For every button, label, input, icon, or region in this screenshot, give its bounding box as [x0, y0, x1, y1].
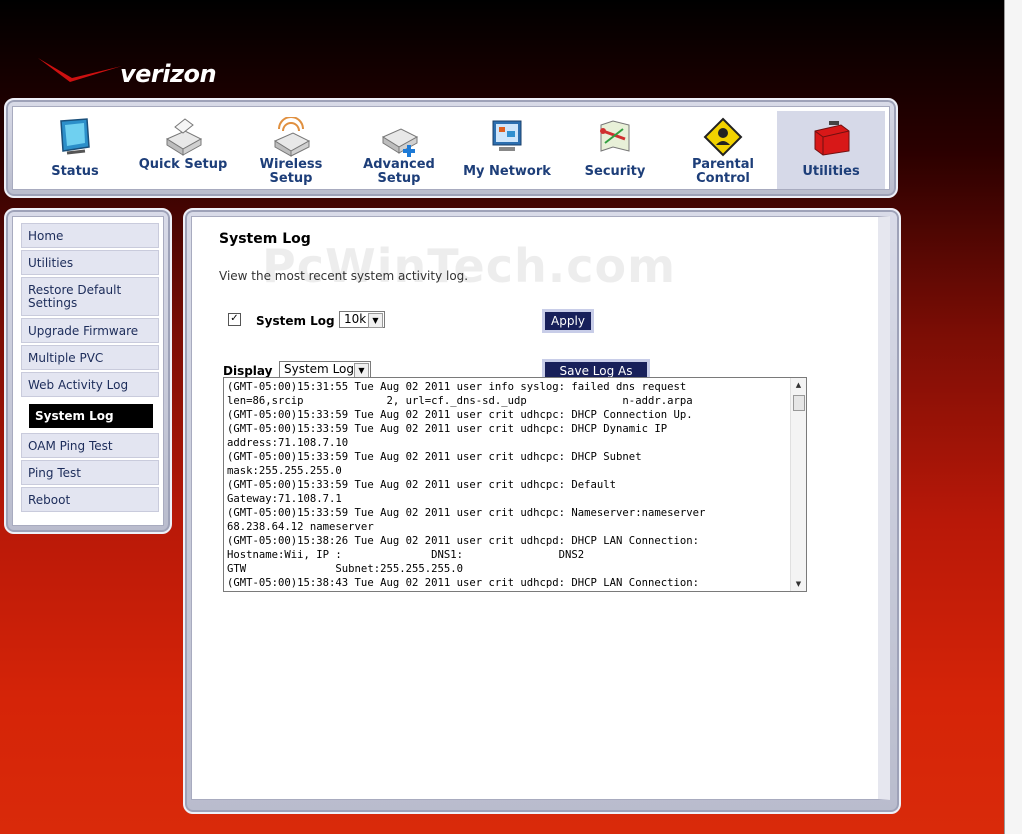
warning-sign-icon [703, 117, 743, 157]
display-label: Display [223, 364, 273, 378]
main-panel: PcWinTech.com System Log View the most r… [183, 208, 901, 814]
sidebar-menu: Home Utilities Restore Default Settings … [12, 216, 164, 526]
network-computer-icon [492, 120, 522, 151]
sidebar-item-label: Multiple PVC [28, 350, 104, 365]
scrollbar-thumb[interactable] [793, 395, 805, 411]
top-nav-bar: Status Quick Setup Wireless Setup Advanc… [12, 106, 890, 190]
sidebar-panel: Home Utilities Restore Default Settings … [4, 208, 172, 534]
sidebar-item-label: Ping Test [28, 465, 81, 480]
log-line: (GMT-05:00)15:33:59 Tue Aug 02 2011 user… [227, 479, 617, 491]
nav-label: My Network [463, 164, 551, 179]
dropdown-arrow-icon: ▼ [368, 313, 383, 328]
sidebar-item-label: Upgrade Firmware [28, 323, 139, 338]
verizon-check-icon [38, 58, 122, 82]
toolbox-icon [814, 121, 850, 156]
top-nav-panel: Status Quick Setup Wireless Setup Advanc… [4, 98, 898, 198]
sidebar-item-multiple-pvc[interactable]: Multiple PVC [21, 345, 159, 370]
log-size-select[interactable]: 10k ▼ [339, 311, 385, 328]
sidebar-item-system-log[interactable]: System Log [21, 399, 159, 431]
nav-security[interactable]: Security [561, 111, 669, 189]
router-setup-icon [165, 118, 203, 156]
log-line: (GMT-05:00)15:38:43 Tue Aug 02 2011 user… [227, 577, 699, 589]
log-line: (GMT-05:00)15:33:59 Tue Aug 02 2011 user… [227, 423, 668, 435]
advanced-router-icon [381, 128, 419, 157]
display-select[interactable]: System Log ▼ [279, 361, 371, 378]
sidebar-item-oam-ping-test[interactable]: OAM Ping Test [21, 433, 159, 458]
scroll-down-arrow-icon[interactable]: ▼ [791, 577, 806, 591]
sidebar-item-label: Web Activity Log [28, 377, 129, 392]
sidebar-item-home[interactable]: Home [21, 223, 159, 248]
log-line: (GMT-05:00)15:38:26 Tue Aug 02 2011 user… [227, 535, 699, 547]
page-description: View the most recent system activity log… [219, 269, 469, 283]
system-log-checkbox-label: System Log [256, 314, 335, 328]
display-select-value: System Log [284, 362, 354, 376]
system-log-textarea[interactable]: (GMT-05:00)15:31:55 Tue Aug 02 2011 user… [223, 377, 807, 592]
page-title: System Log [219, 231, 311, 247]
sidebar-item-label: Home [28, 228, 64, 243]
nav-label: Wireless Setup [259, 157, 323, 186]
sidebar-item-web-activity-log[interactable]: Web Activity Log [21, 372, 159, 397]
log-scrollbar[interactable]: ▲ ▼ [790, 378, 806, 591]
log-line: GTW Subnet:255.255.255.0 [227, 563, 463, 575]
watermark-text: PcWinTech.com [262, 239, 676, 293]
sidebar-item-restore-default-settings[interactable]: Restore Default Settings [21, 277, 159, 316]
log-text: (GMT-05:00)15:31:55 Tue Aug 02 2011 user… [227, 380, 791, 590]
log-line: (GMT-05:00)15:33:59 Tue Aug 02 2011 user… [227, 409, 693, 421]
apply-button[interactable]: Apply [542, 309, 594, 333]
wireless-router-icon [273, 117, 311, 157]
brand-name: verizon [120, 60, 217, 88]
nav-parental-control[interactable]: Parental Control [669, 111, 777, 189]
nav-status[interactable]: Status [21, 111, 129, 189]
nav-label: Status [51, 164, 99, 179]
check-mark-icon: ✓ [230, 313, 239, 324]
nav-advanced-setup[interactable]: Advanced Setup [345, 111, 453, 189]
dropdown-arrow-icon: ▼ [354, 363, 369, 378]
sidebar-item-label: Reboot [28, 492, 71, 507]
sidebar-item-utilities[interactable]: Utilities [21, 250, 159, 275]
nav-label: Utilities [802, 164, 860, 179]
sidebar-item-label: OAM Ping Test [28, 438, 113, 453]
nav-label: Security [584, 164, 646, 179]
nav-label: Quick Setup [138, 157, 228, 172]
log-line: (GMT-05:00)15:33:59 Tue Aug 02 2011 user… [227, 451, 642, 463]
log-size-value: 10k [344, 312, 367, 326]
sidebar-item-upgrade-firmware[interactable]: Upgrade Firmware [21, 318, 159, 343]
log-line: (GMT-05:00)15:31:55 Tue Aug 02 2011 user… [227, 381, 687, 393]
main-content: PcWinTech.com System Log View the most r… [191, 216, 890, 800]
sidebar-item-label: Restore Default Settings [28, 282, 122, 310]
nav-my-network[interactable]: My Network [453, 111, 561, 189]
sidebar-item-reboot[interactable]: Reboot [21, 487, 159, 512]
nav-label: Advanced Setup [363, 157, 435, 186]
log-line: address:71.108.7.10 [227, 437, 349, 449]
log-line: (GMT-05:00)15:33:59 Tue Aug 02 2011 user… [227, 507, 706, 519]
system-log-checkbox[interactable]: ✓ [228, 313, 241, 326]
sidebar-item-ping-test[interactable]: Ping Test [21, 460, 159, 485]
status-monitor-icon [60, 118, 90, 155]
verizon-logo: verizon [36, 52, 222, 90]
nav-utilities[interactable]: Utilities [777, 111, 885, 189]
security-map-icon [600, 120, 630, 152]
log-line: mask:255.255.255.0 [227, 465, 342, 477]
log-line: 68.238.64.12 nameserver [227, 521, 374, 533]
log-line: len=86,srcip 2, url=cf._dns-sd._udp n-ad… [227, 395, 693, 407]
sidebar-item-label: System Log [29, 404, 153, 428]
nav-quick-setup[interactable]: Quick Setup [129, 111, 237, 189]
scroll-up-arrow-icon[interactable]: ▲ [791, 378, 806, 392]
log-line: Hostname:Wii, IP : DNS1: DNS2 [227, 549, 585, 561]
nav-wireless-setup[interactable]: Wireless Setup [237, 111, 345, 189]
window-frame-edge [1004, 0, 1022, 834]
nav-label: Parental Control [692, 157, 754, 186]
sidebar-item-label: Utilities [28, 255, 74, 270]
log-line: Gateway:71.108.7.1 [227, 493, 342, 505]
